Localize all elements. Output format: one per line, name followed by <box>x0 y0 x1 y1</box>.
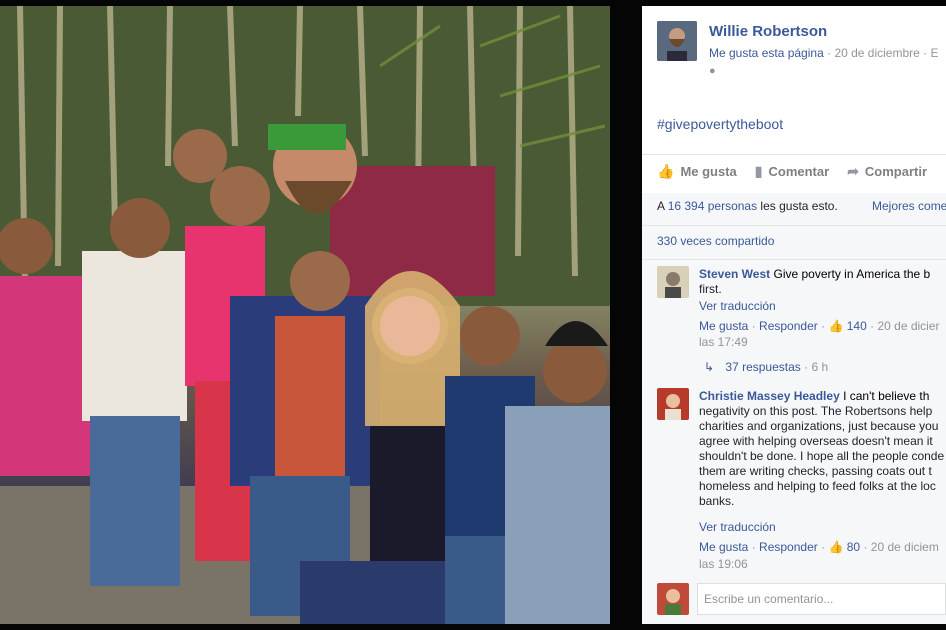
comment-date[interactable]: 20 de dicier <box>877 319 939 333</box>
comment-body-line: charities and organizations, just becaus… <box>699 419 939 433</box>
share-icon: ➦ <box>847 163 859 179</box>
comment-like-count[interactable]: 80 <box>847 540 860 554</box>
comment-like-link[interactable]: Me gusta <box>699 319 748 333</box>
page-name-link[interactable]: Willie Robertson <box>709 23 827 40</box>
comment-body-line: homeless and helping to feed folks at th… <box>699 479 936 493</box>
post-photo[interactable] <box>0 6 610 624</box>
comment-body: Give poverty in America the b <box>773 267 931 281</box>
shares-link[interactable]: 330 veces compartido <box>657 234 774 248</box>
replies-row[interactable]: ↳ 37 respuestas · 6 h <box>704 360 828 374</box>
share-button[interactable]: ➦ Compartir <box>847 163 927 180</box>
post-photo-illustration <box>0 6 610 624</box>
comment-text: Christie Massey Headley I can't believe … <box>699 389 929 403</box>
comment-body-line: banks. <box>699 494 735 508</box>
likes-count-link[interactable]: 16 394 personas <box>668 199 757 213</box>
likes-prefix: A <box>657 199 668 213</box>
comment-body-line: agree with helping overseas doesn't mean… <box>699 434 933 448</box>
divider <box>642 259 946 260</box>
comment-date[interactable]: 20 de diciem <box>871 540 939 554</box>
share-button-label: Compartir <box>864 164 928 179</box>
post-meta: Me gusta esta página · 20 de diciembre ·… <box>709 46 939 60</box>
post-actions-bar: 👍 Me gusta ▮ Comentar ➦ Compartir <box>657 163 927 180</box>
replies-age: 6 h <box>811 360 829 374</box>
comment-body-line: negativity on this post. The Robertsons … <box>699 404 933 418</box>
comment-input-box <box>697 583 946 615</box>
comment-body: I can't believe th <box>843 389 930 403</box>
post-date[interactable]: 20 de diciembre <box>834 46 919 60</box>
like-button[interactable]: 👍 Me gusta <box>657 163 737 180</box>
post-panel: Willie Robertson Me gusta esta página · … <box>642 6 946 624</box>
likes-summary: A 16 394 personas les gusta esto. <box>657 199 838 213</box>
see-translation-link[interactable]: Ver traducción <box>699 520 776 534</box>
comment-time: las 17:49 <box>699 335 748 349</box>
thumbs-up-icon: 👍 <box>828 540 844 554</box>
comment-actions: Me gusta · Responder · 👍 140 · 20 de dic… <box>699 319 940 333</box>
comment-button[interactable]: ▮ Comentar <box>755 163 829 180</box>
like-button-label: Me gusta <box>680 164 737 179</box>
replies-link[interactable]: 37 respuestas <box>725 360 800 374</box>
current-user-avatar <box>657 583 689 615</box>
hashtag-link[interactable]: #givepovertytheboot <box>657 116 783 132</box>
comment-reply-link[interactable]: Responder <box>759 540 818 554</box>
thumbs-up-icon: 👍 <box>657 163 675 179</box>
comment-body-cont: first. <box>699 282 722 296</box>
comment-reply-link[interactable]: Responder <box>759 319 818 333</box>
comment-like-count[interactable]: 140 <box>847 319 867 333</box>
divider <box>642 225 946 226</box>
comment-time: las 19:06 <box>699 557 748 571</box>
best-comments-dropdown[interactable]: Mejores come <box>872 199 946 213</box>
comment-body-line: shouldn't be done. I hope all the people… <box>699 449 945 463</box>
divider <box>642 154 946 155</box>
likes-suffix: les gusta esto. <box>757 199 838 213</box>
page-avatar[interactable] <box>657 21 697 61</box>
see-translation-link[interactable]: Ver traducción <box>699 299 776 313</box>
globe-icon: ● <box>709 65 716 77</box>
comment-author-link[interactable]: Christie Massey Headley <box>699 389 840 403</box>
commenter-avatar[interactable] <box>657 388 689 420</box>
comment-button-label: Comentar <box>768 164 830 179</box>
separator: · <box>751 540 760 554</box>
separator: · <box>751 319 760 333</box>
thumbs-up-icon: 👍 <box>828 319 844 333</box>
separator: · <box>863 540 871 554</box>
comment-body-line: them are writing checks, passing coats o… <box>699 464 932 478</box>
comment-icon: ▮ <box>754 163 763 179</box>
comment-author-link[interactable]: Steven West <box>699 267 770 281</box>
comment-actions: Me gusta · Responder · 👍 80 · 20 de dici… <box>699 540 939 554</box>
commenter-avatar[interactable] <box>657 266 689 298</box>
comment-like-link[interactable]: Me gusta <box>699 540 748 554</box>
comment-text: Steven West Give poverty in America the … <box>699 267 930 281</box>
reply-arrow-icon: ↳ <box>704 360 715 374</box>
comment-input[interactable] <box>698 584 945 614</box>
like-page-link[interactable]: Me gusta esta página <box>709 46 824 60</box>
post-date-tail: · E <box>923 46 939 60</box>
